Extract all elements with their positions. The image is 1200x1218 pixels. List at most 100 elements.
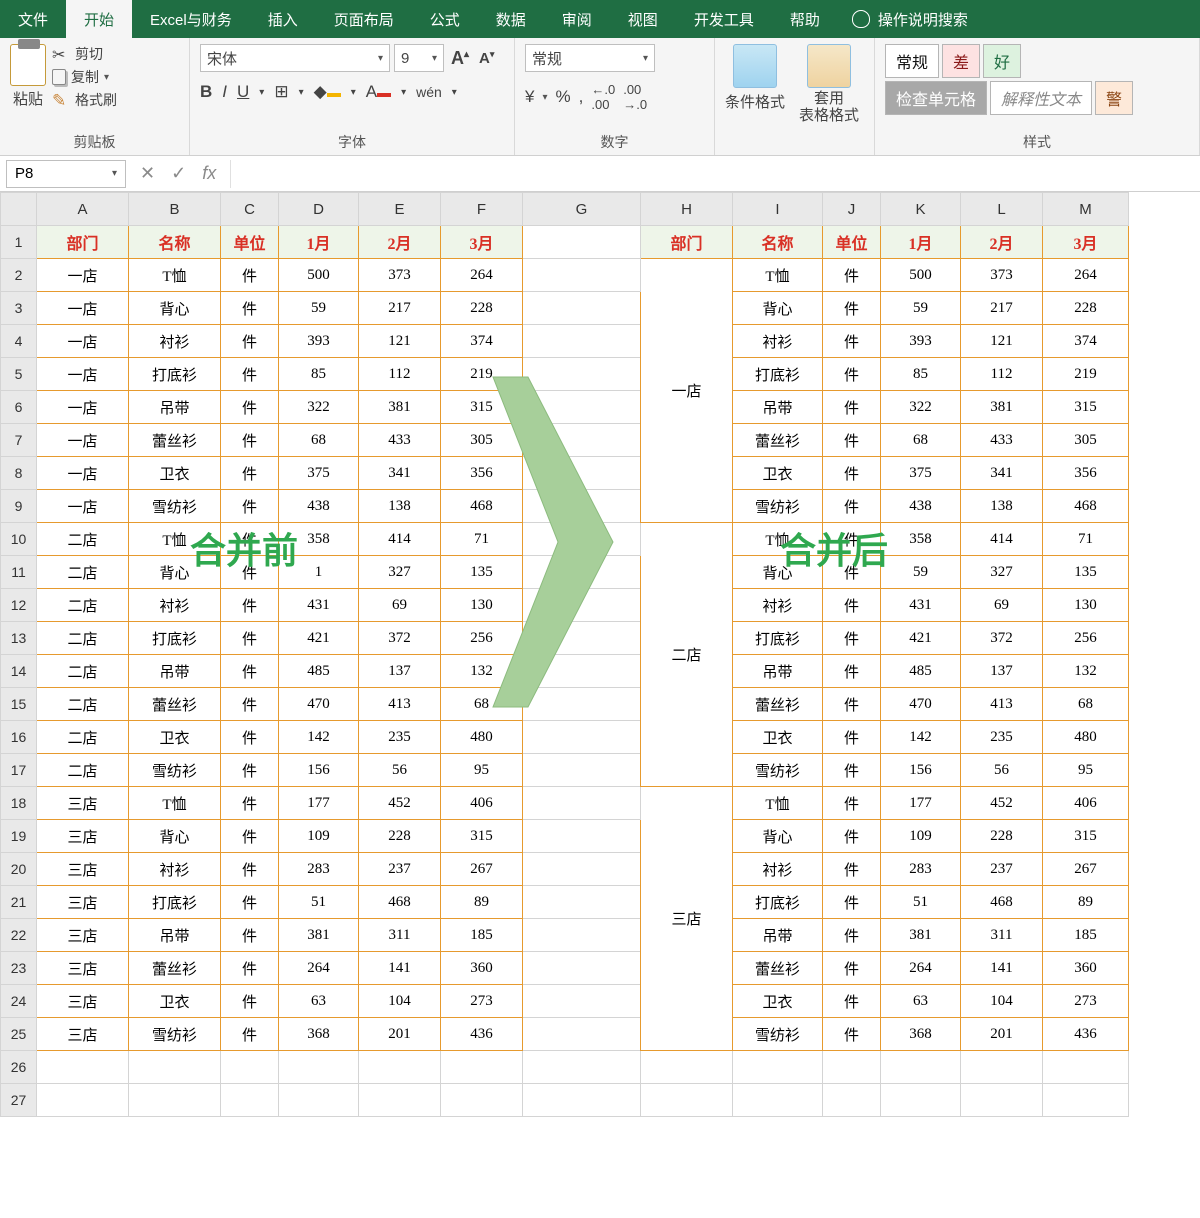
cell[interactable]: 卫衣 xyxy=(733,457,823,490)
cell[interactable] xyxy=(523,226,641,259)
cell[interactable] xyxy=(279,1084,359,1117)
cell[interactable]: 141 xyxy=(359,952,441,985)
tab-view[interactable]: 视图 xyxy=(610,0,676,38)
cell[interactable]: T恤 xyxy=(129,259,221,292)
formula-input[interactable] xyxy=(230,160,1200,188)
cell[interactable] xyxy=(641,1051,733,1084)
comma-style-button[interactable]: , xyxy=(579,87,584,107)
cell[interactable]: 打底衫 xyxy=(733,886,823,919)
cell[interactable]: 件 xyxy=(823,556,881,589)
cell[interactable]: 背心 xyxy=(733,292,823,325)
cell[interactable]: 蕾丝衫 xyxy=(733,688,823,721)
cell[interactable]: 468 xyxy=(359,886,441,919)
cell[interactable]: 104 xyxy=(961,985,1043,1018)
cell[interactable]: 56 xyxy=(359,754,441,787)
cell[interactable]: 85 xyxy=(279,358,359,391)
cell[interactable]: 235 xyxy=(961,721,1043,754)
phonetic-button[interactable]: wén xyxy=(416,84,442,100)
cell[interactable]: 228 xyxy=(441,292,523,325)
cell[interactable]: 打底衫 xyxy=(733,358,823,391)
cell[interactable] xyxy=(221,1084,279,1117)
cell[interactable]: 177 xyxy=(279,787,359,820)
increase-font-button[interactable]: A▴ xyxy=(448,48,472,69)
row-header[interactable]: 11 xyxy=(1,556,37,589)
cell[interactable] xyxy=(823,1084,881,1117)
cell[interactable] xyxy=(523,1018,641,1051)
cell[interactable]: 2月 xyxy=(961,226,1043,259)
bold-button[interactable]: B xyxy=(200,82,212,102)
cell[interactable]: 433 xyxy=(961,424,1043,457)
cell[interactable]: 56 xyxy=(961,754,1043,787)
row-header[interactable]: 27 xyxy=(1,1084,37,1117)
cell[interactable]: 112 xyxy=(359,358,441,391)
cell[interactable]: 吊带 xyxy=(733,919,823,952)
cell[interactable]: 1月 xyxy=(279,226,359,259)
cell[interactable]: 95 xyxy=(441,754,523,787)
tab-formulas[interactable]: 公式 xyxy=(412,0,478,38)
cell[interactable]: 件 xyxy=(221,556,279,589)
cell[interactable]: 177 xyxy=(881,787,961,820)
row-header[interactable]: 21 xyxy=(1,886,37,919)
paste-button[interactable]: 粘贴 xyxy=(10,44,46,130)
cell[interactable]: 打底衫 xyxy=(129,622,221,655)
number-format-select[interactable]: 常规▾ xyxy=(525,44,655,72)
cell[interactable]: 315 xyxy=(1043,820,1129,853)
cell[interactable] xyxy=(523,886,641,919)
cell[interactable]: 二店 xyxy=(37,721,129,754)
col-header[interactable]: M xyxy=(1043,193,1129,226)
cell[interactable]: 部门 xyxy=(641,226,733,259)
percent-button[interactable]: % xyxy=(556,87,571,107)
cell[interactable]: 413 xyxy=(359,688,441,721)
cell[interactable]: 件 xyxy=(221,952,279,985)
cell[interactable]: 480 xyxy=(441,721,523,754)
row-header[interactable]: 25 xyxy=(1,1018,37,1051)
cell[interactable]: 吊带 xyxy=(129,391,221,424)
cell[interactable]: 468 xyxy=(1043,490,1129,523)
col-header[interactable]: H xyxy=(641,193,733,226)
cell[interactable] xyxy=(523,787,641,820)
cell[interactable]: 104 xyxy=(359,985,441,1018)
border-button[interactable]: ⊞ xyxy=(274,82,288,102)
cell[interactable]: 68 xyxy=(881,424,961,457)
col-header[interactable]: D xyxy=(279,193,359,226)
cell[interactable]: 件 xyxy=(221,391,279,424)
col-header[interactable]: L xyxy=(961,193,1043,226)
cell[interactable]: 51 xyxy=(279,886,359,919)
cell[interactable]: 雪纺衫 xyxy=(733,754,823,787)
cell[interactable] xyxy=(961,1084,1043,1117)
cell[interactable]: 背心 xyxy=(733,556,823,589)
cell[interactable] xyxy=(1043,1051,1129,1084)
cell[interactable]: 一店 xyxy=(37,259,129,292)
cell[interactable]: 135 xyxy=(1043,556,1129,589)
cell[interactable] xyxy=(523,1051,641,1084)
cut-button[interactable]: 剪切 xyxy=(52,44,117,64)
row-header[interactable]: 18 xyxy=(1,787,37,820)
row-header[interactable]: 9 xyxy=(1,490,37,523)
format-as-table-button[interactable]: 套用 表格格式 xyxy=(799,44,859,124)
cell[interactable] xyxy=(221,1051,279,1084)
cell[interactable]: 452 xyxy=(961,787,1043,820)
cell[interactable]: 264 xyxy=(279,952,359,985)
cell[interactable] xyxy=(733,1051,823,1084)
cell[interactable]: 185 xyxy=(1043,919,1129,952)
cell[interactable]: 452 xyxy=(359,787,441,820)
cell[interactable]: 201 xyxy=(359,1018,441,1051)
cell[interactable]: 三店 xyxy=(37,919,129,952)
style-normal[interactable]: 常规 xyxy=(885,44,939,78)
cell[interactable]: 235 xyxy=(359,721,441,754)
cell[interactable]: 件 xyxy=(823,952,881,985)
tab-page-layout[interactable]: 页面布局 xyxy=(316,0,412,38)
cell[interactable]: 衬衫 xyxy=(733,853,823,886)
cell[interactable]: 68 xyxy=(279,424,359,457)
cell[interactable]: 468 xyxy=(961,886,1043,919)
cell[interactable]: 2月 xyxy=(359,226,441,259)
col-header[interactable]: B xyxy=(129,193,221,226)
cell[interactable]: 480 xyxy=(1043,721,1129,754)
tab-file[interactable]: 文件 xyxy=(0,0,66,38)
cell[interactable]: 121 xyxy=(359,325,441,358)
row-header[interactable]: 24 xyxy=(1,985,37,1018)
cell[interactable]: 156 xyxy=(881,754,961,787)
style-check-cell[interactable]: 检查单元格 xyxy=(885,81,987,115)
cell[interactable]: 500 xyxy=(881,259,961,292)
cell[interactable]: 63 xyxy=(881,985,961,1018)
